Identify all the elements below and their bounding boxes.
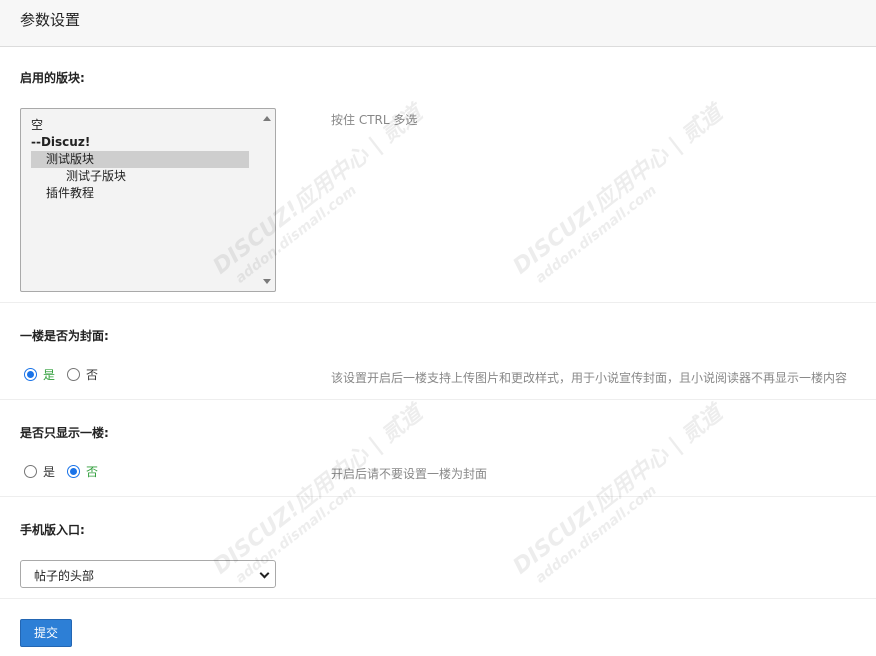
page-header: 参数设置	[0, 0, 876, 47]
only-first-yes-label[interactable]: 是	[43, 463, 55, 480]
cover-no-radio[interactable]	[67, 368, 81, 381]
cover-yes-label[interactable]: 是	[43, 366, 55, 383]
cover-section: 一楼是否为封面: 是 否 该设置开启后一楼支持上传图片和更改样式，用于小说宣传封…	[0, 303, 876, 400]
only-first-yes-option[interactable]: 是	[24, 463, 55, 480]
scroll-up-arrow-icon[interactable]	[263, 116, 271, 121]
only-first-no-label[interactable]: 否	[86, 463, 98, 480]
only-first-no-option[interactable]: 否	[67, 463, 98, 480]
forums-section: 启用的版块: 空 --Discuz! 测试版块 测试子版块 插件教程 按住 CTRL 多…	[0, 47, 876, 303]
forums-scrollbar[interactable]	[259, 109, 275, 291]
forum-option[interactable]: 测试版块	[31, 151, 249, 168]
scroll-down-arrow-icon[interactable]	[263, 279, 271, 284]
cover-no-label[interactable]: 否	[86, 366, 98, 383]
forums-tip: 按住 CTRL 多选	[331, 113, 418, 127]
cover-no-option[interactable]: 否	[67, 366, 98, 383]
only-first-section: 是否只显示一楼: 是 否 开启后请不要设置一楼为封面	[0, 400, 876, 497]
submit-button[interactable]: 提交	[20, 619, 72, 647]
forum-option[interactable]: --Discuz!	[31, 134, 249, 151]
forum-option[interactable]: 插件教程	[31, 185, 249, 202]
only-first-yes-radio[interactable]	[24, 465, 37, 478]
mobile-entry-select[interactable]: 帖子的头部	[20, 560, 276, 588]
page-title: 参数设置	[20, 11, 81, 29]
only-first-no-radio[interactable]	[67, 465, 81, 478]
only-first-tip: 开启后请不要设置一楼为封面	[331, 467, 488, 481]
cover-label: 一楼是否为封面:	[20, 329, 109, 343]
mobile-label: 手机版入口:	[20, 523, 85, 537]
cover-yes-radio[interactable]	[24, 368, 37, 381]
forums-option-list[interactable]: 空 --Discuz! 测试版块 测试子版块 插件教程	[31, 117, 249, 202]
forums-multiselect[interactable]: 空 --Discuz! 测试版块 测试子版块 插件教程	[20, 108, 276, 292]
cover-radio-group: 是 否	[24, 366, 110, 383]
mobile-entry-value: 帖子的头部	[34, 569, 95, 583]
only-first-label: 是否只显示一楼:	[20, 426, 109, 440]
forums-label: 启用的版块:	[20, 71, 85, 85]
forum-option[interactable]: 测试子版块	[31, 168, 249, 185]
cover-tip: 该设置开启后一楼支持上传图片和更改样式，用于小说宣传封面，且小说阅读器不再显示一…	[331, 371, 848, 385]
mobile-section: 手机版入口: 帖子的头部	[0, 497, 876, 599]
only-first-radio-group: 是 否	[24, 463, 110, 480]
chevron-down-icon[interactable]	[259, 568, 270, 579]
forum-option[interactable]: 空	[31, 117, 249, 134]
cover-yes-option[interactable]: 是	[24, 366, 55, 383]
